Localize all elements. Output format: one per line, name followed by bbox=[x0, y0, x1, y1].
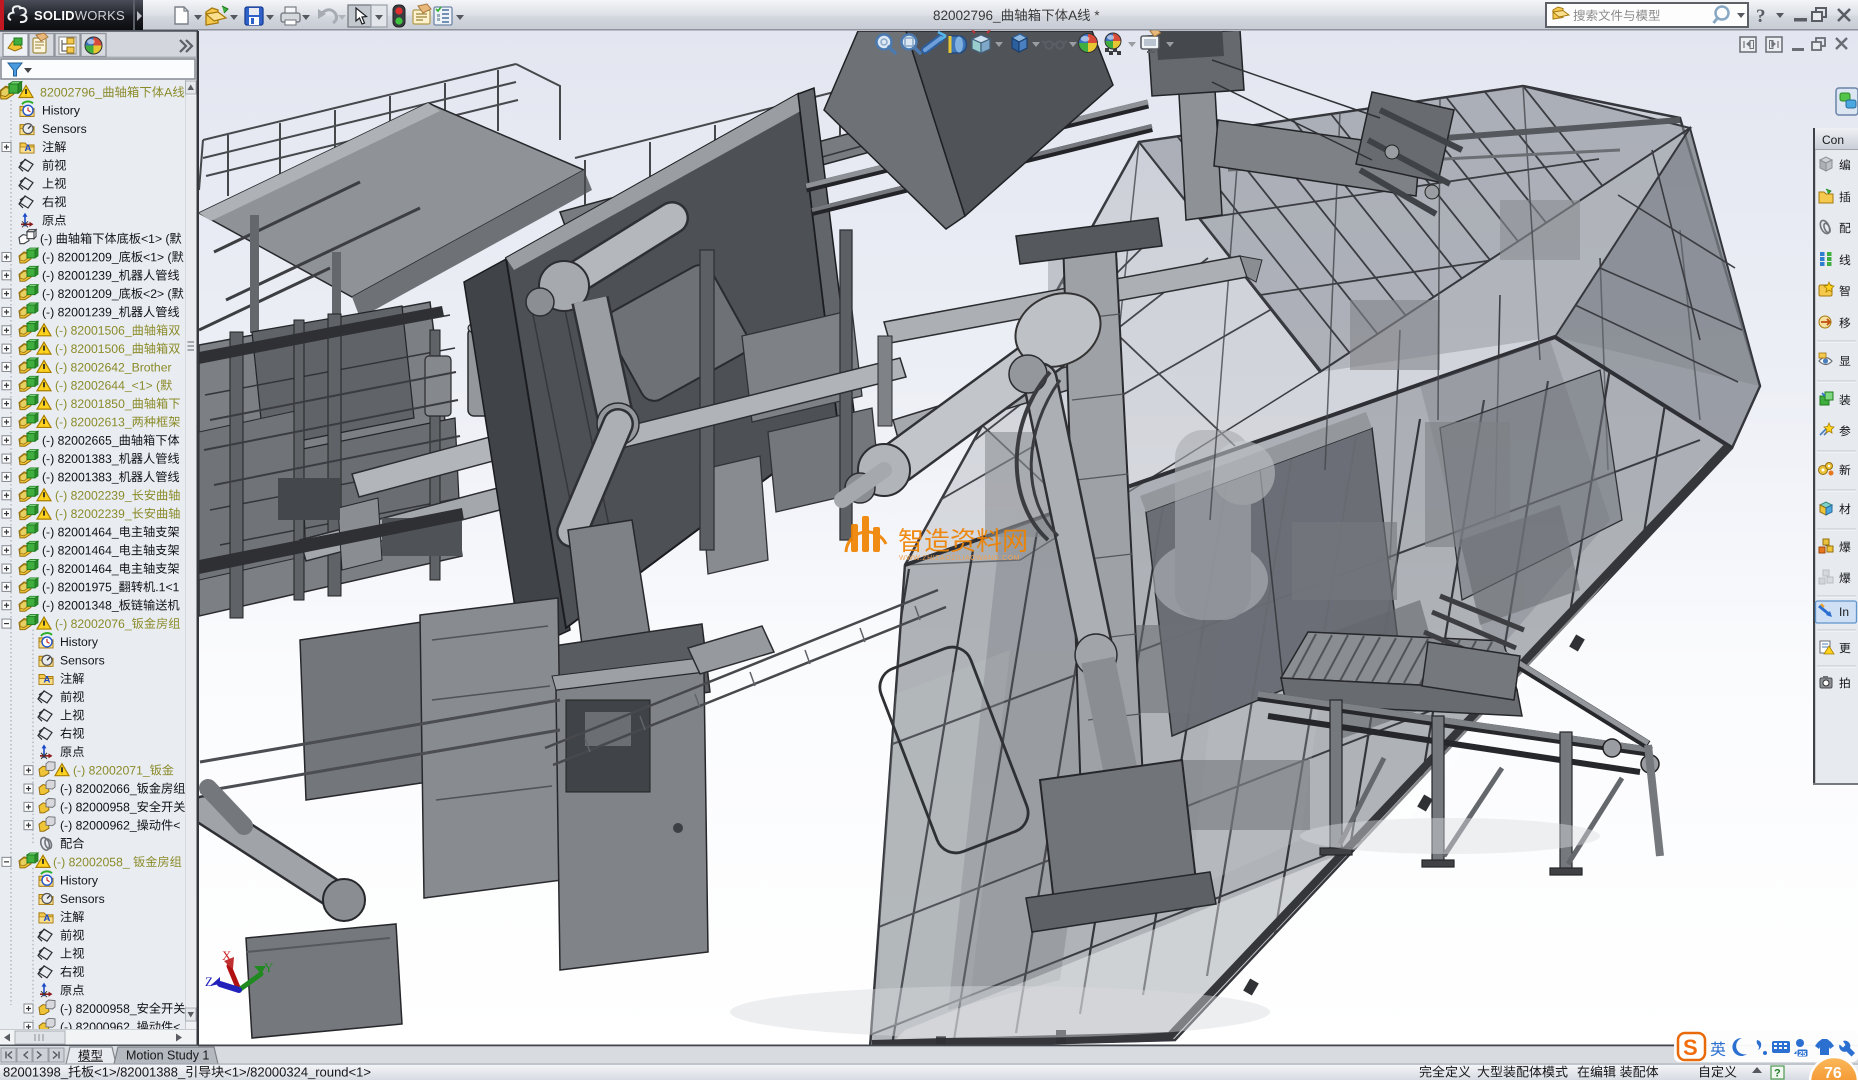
svg-text:A: A bbox=[44, 675, 51, 686]
svg-text:Z: Z bbox=[205, 974, 213, 989]
svg-text:Sensors: Sensors bbox=[60, 654, 105, 668]
svg-text:History: History bbox=[60, 873, 99, 887]
svg-text:(-) 82002642_Brother: (-) 82002642_Brother bbox=[55, 360, 172, 374]
svg-text:25: 25 bbox=[1799, 1051, 1807, 1058]
svg-text:Sensors: Sensors bbox=[60, 892, 105, 906]
svg-text:A: A bbox=[44, 913, 51, 924]
svg-text:History: History bbox=[42, 104, 81, 118]
svg-text:Con: Con bbox=[1822, 133, 1844, 147]
svg-text:Motion Study 1: Motion Study 1 bbox=[126, 1049, 209, 1063]
svg-text:SOLIDWORKS: SOLIDWORKS bbox=[34, 8, 125, 23]
svg-text:Sensors: Sensors bbox=[42, 122, 87, 136]
svg-text:WWW.ZHIZAOZILIAOWANG.COM: WWW.ZHIZAOZILIAOWANG.COM bbox=[899, 555, 1020, 562]
svg-text:In: In bbox=[1839, 605, 1849, 619]
svg-text:?: ? bbox=[1774, 1068, 1781, 1080]
svg-text:A: A bbox=[25, 143, 32, 154]
svg-text:?: ? bbox=[1756, 6, 1766, 27]
svg-text:S: S bbox=[1683, 1035, 1698, 1060]
svg-text:Y: Y bbox=[264, 960, 274, 975]
svg-text:76: 76 bbox=[1824, 1065, 1842, 1080]
svg-text:History: History bbox=[60, 635, 99, 649]
svg-text:X: X bbox=[222, 948, 232, 963]
